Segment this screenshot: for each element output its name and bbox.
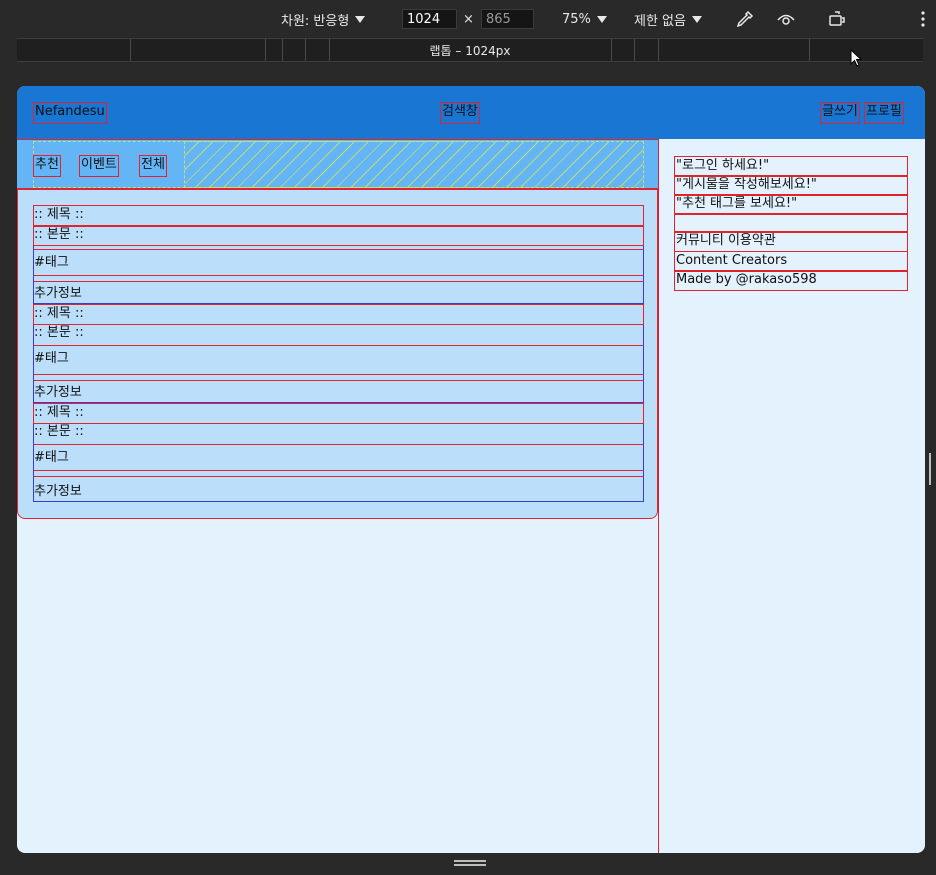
zoom-label: 75% bbox=[562, 11, 591, 27]
viewport-bottom-bar bbox=[17, 853, 925, 875]
separator bbox=[34, 380, 643, 381]
separator bbox=[34, 249, 643, 250]
post-extra: 추가정보 bbox=[34, 385, 82, 400]
separator bbox=[34, 470, 643, 471]
dimension-dropdown[interactable]: 차원: 반응형 bbox=[281, 0, 366, 38]
sidebar-link-terms[interactable]: 커뮤니티 이용약관 bbox=[674, 231, 908, 252]
post-card[interactable]: :: 제목 :: :: 본문 :: #태그 추가정보 bbox=[33, 403, 644, 502]
separator bbox=[34, 345, 643, 346]
profile-button[interactable]: 프로필 bbox=[864, 102, 904, 124]
site-header: Nefandesu 검색창 글쓰기 프로필 bbox=[17, 86, 925, 139]
dimension-label: 차원: 반응형 bbox=[281, 13, 350, 29]
tab-bar: 추천 이벤트 전체 bbox=[17, 139, 658, 189]
sidebar-link-creators[interactable]: Content Creators bbox=[674, 251, 908, 272]
column-divider bbox=[658, 139, 659, 853]
media-query-ruler[interactable]: 랩톱 – 1024px bbox=[17, 38, 923, 62]
ruler-label: 랩톱 – 1024px bbox=[429, 44, 511, 58]
post-body: :: 본문 :: bbox=[34, 424, 84, 439]
post-title: :: 제목 :: bbox=[33, 403, 644, 424]
separator bbox=[34, 281, 643, 282]
post-title: :: 제목 :: bbox=[33, 205, 644, 227]
throttle-label: 제한 없음 bbox=[634, 13, 686, 29]
post-tag[interactable]: #태그 bbox=[34, 254, 643, 273]
brand-link[interactable]: Nefandesu bbox=[33, 102, 107, 124]
post-extra: 추가정보 bbox=[34, 484, 82, 499]
caret-down-icon bbox=[691, 15, 702, 23]
sidebar-message: "로그인 하세요!" bbox=[674, 156, 908, 177]
caret-down-icon bbox=[355, 15, 366, 23]
eye-icon[interactable] bbox=[776, 9, 796, 29]
post-extra: 추가정보 bbox=[34, 286, 82, 301]
post-body: :: 본문 :: bbox=[33, 225, 644, 246]
flex-free-space bbox=[184, 141, 644, 188]
separator bbox=[34, 374, 643, 375]
post-body: :: 본문 :: bbox=[34, 325, 84, 340]
devtools-toolbar: 차원: 반응형 1024 × 865 75% 제한 없음 bbox=[0, 0, 936, 38]
post-feed: :: 제목 :: :: 본문 :: #태그 추가정보 :: 제목 :: :: 본… bbox=[17, 189, 658, 519]
caret-down-icon bbox=[596, 15, 607, 23]
separator bbox=[34, 275, 643, 276]
resize-handle-right[interactable] bbox=[929, 453, 931, 485]
post-title: :: 제목 :: bbox=[33, 304, 644, 325]
emulated-viewport: Nefandesu 검색창 글쓰기 프로필 추천 이벤트 전체 :: 제목 ::… bbox=[17, 86, 925, 853]
separator bbox=[34, 444, 643, 445]
sidebar-spacer bbox=[674, 213, 908, 233]
height-input[interactable]: 865 bbox=[481, 9, 534, 29]
write-button[interactable]: 글쓰기 bbox=[820, 102, 860, 124]
tab-event[interactable]: 이벤트 bbox=[79, 155, 119, 177]
eyedropper-icon[interactable] bbox=[735, 9, 755, 29]
post-tag[interactable]: #태그 bbox=[34, 350, 643, 369]
sidebar-link-credit[interactable]: Made by @rakaso598 bbox=[674, 270, 908, 291]
tab-all[interactable]: 전체 bbox=[139, 155, 167, 177]
separator bbox=[34, 476, 643, 477]
resize-handle-bottom[interactable] bbox=[454, 860, 486, 862]
search-box[interactable]: 검색창 bbox=[440, 102, 480, 124]
sidebar-message: "게시물을 작성해보세요!" bbox=[674, 175, 908, 196]
device-rotate-icon[interactable] bbox=[827, 9, 847, 29]
sidebar-message: "추천 태그를 보세요!" bbox=[674, 194, 908, 215]
post-card[interactable]: :: 제목 :: :: 본문 :: #태그 추가정보 bbox=[33, 304, 644, 403]
zoom-dropdown[interactable]: 75% bbox=[562, 0, 607, 38]
post-tag[interactable]: #태그 bbox=[34, 449, 643, 468]
more-vert-icon[interactable] bbox=[913, 9, 933, 29]
tab-recommended[interactable]: 추천 bbox=[33, 155, 61, 177]
throttle-dropdown[interactable]: 제한 없음 bbox=[634, 0, 702, 38]
post-card[interactable]: :: 제목 :: :: 본문 :: #태그 추가정보 bbox=[33, 205, 644, 304]
mouse-cursor-icon bbox=[850, 49, 863, 67]
width-input[interactable]: 1024 bbox=[402, 9, 457, 29]
times-sign: × bbox=[463, 12, 474, 27]
